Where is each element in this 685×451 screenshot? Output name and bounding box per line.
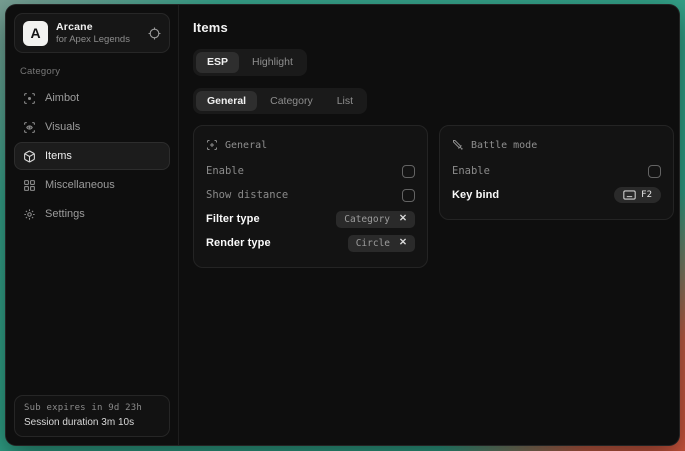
- tab-general[interactable]: General: [196, 91, 257, 112]
- keyboard-icon: [623, 190, 636, 200]
- view-tabs: General Category List: [193, 88, 367, 115]
- render-type-select[interactable]: Circle ✕: [348, 235, 415, 252]
- sidebar-category-label: Category: [20, 66, 164, 77]
- panel-title: Battle mode: [471, 140, 537, 151]
- battle-enable-row: Enable: [452, 159, 661, 183]
- tab-esp[interactable]: ESP: [196, 52, 239, 73]
- sidebar-item-aimbot[interactable]: Aimbot: [14, 84, 170, 112]
- sidebar-item-visuals[interactable]: Visuals: [14, 113, 170, 141]
- render-type-label: Render type: [206, 237, 271, 249]
- session-duration-text: Session duration 3m 10s: [24, 417, 160, 428]
- page-title: Items: [193, 20, 674, 35]
- panels-row: General Enable Show distance Filter type…: [193, 125, 674, 268]
- filter-type-value: Category: [344, 214, 390, 225]
- tab-category[interactable]: Category: [259, 91, 324, 112]
- sidebar: A Arcane for Apex Legends Category Aimbo…: [6, 5, 179, 445]
- key-bind-label: Key bind: [452, 189, 499, 201]
- sidebar-item-items[interactable]: Items: [14, 142, 170, 170]
- battle-mode-panel: Battle mode Enable Key bind: [439, 125, 674, 220]
- show-distance-row: Show distance: [206, 183, 415, 207]
- app-logo: A: [23, 21, 48, 46]
- filter-type-label: Filter type: [206, 213, 260, 225]
- crosshair-icon[interactable]: [148, 27, 161, 40]
- show-distance-checkbox[interactable]: [402, 189, 415, 202]
- aimbot-crosshair-icon: [23, 92, 36, 105]
- show-distance-label: Show distance: [206, 189, 288, 201]
- key-bind-row: Key bind F2: [452, 183, 661, 207]
- clear-icon[interactable]: ✕: [399, 214, 407, 224]
- sidebar-item-miscellaneous[interactable]: Miscellaneous: [14, 171, 170, 199]
- package-icon: [23, 150, 36, 163]
- eye-icon: [23, 121, 36, 134]
- app-name: Arcane: [56, 21, 140, 33]
- app-subtitle: for Apex Legends: [56, 34, 140, 45]
- app-profile-card: A Arcane for Apex Legends: [14, 13, 170, 53]
- battle-enable-checkbox[interactable]: [648, 165, 661, 178]
- sidebar-item-label: Visuals: [45, 121, 80, 133]
- render-type-value: Circle: [356, 238, 390, 249]
- general-panel: General Enable Show distance Filter type…: [193, 125, 428, 268]
- tab-list[interactable]: List: [326, 91, 364, 112]
- battle-mode-panel-header: Battle mode: [452, 135, 661, 155]
- gear-icon: [23, 208, 36, 221]
- clear-icon[interactable]: ✕: [399, 238, 407, 248]
- filter-type-select[interactable]: Category ✕: [336, 211, 415, 228]
- sidebar-nav: Aimbot Visuals Items: [14, 84, 170, 228]
- battle-enable-label: Enable: [452, 165, 490, 177]
- reticle-icon: [206, 139, 218, 151]
- app-window: A Arcane for Apex Legends Category Aimbo…: [5, 4, 680, 446]
- general-panel-header: General: [206, 135, 415, 155]
- tab-highlight[interactable]: Highlight: [241, 52, 304, 73]
- main-content: Items ESP Highlight General Category Lis…: [179, 5, 680, 445]
- sidebar-item-label: Items: [45, 150, 72, 162]
- sidebar-item-label: Aimbot: [45, 92, 79, 104]
- enable-row: Enable: [206, 159, 415, 183]
- sidebar-item-label: Miscellaneous: [45, 179, 115, 191]
- panel-title: General: [225, 140, 267, 151]
- key-bind-button[interactable]: F2: [614, 187, 661, 203]
- sword-icon: [452, 139, 464, 151]
- sub-expires-text: Sub expires in 9d 23h: [24, 403, 160, 413]
- grid-icon: [23, 179, 36, 192]
- subscription-card: Sub expires in 9d 23h Session duration 3…: [14, 395, 170, 437]
- render-type-row: Render type Circle ✕: [206, 231, 415, 255]
- sidebar-item-settings[interactable]: Settings: [14, 200, 170, 228]
- enable-label: Enable: [206, 165, 244, 177]
- sidebar-item-label: Settings: [45, 208, 85, 220]
- enable-checkbox[interactable]: [402, 165, 415, 178]
- filter-type-row: Filter type Category ✕: [206, 207, 415, 231]
- mode-tabs: ESP Highlight: [193, 49, 307, 76]
- app-meta: Arcane for Apex Legends: [56, 21, 140, 45]
- key-bind-value: F2: [641, 190, 652, 200]
